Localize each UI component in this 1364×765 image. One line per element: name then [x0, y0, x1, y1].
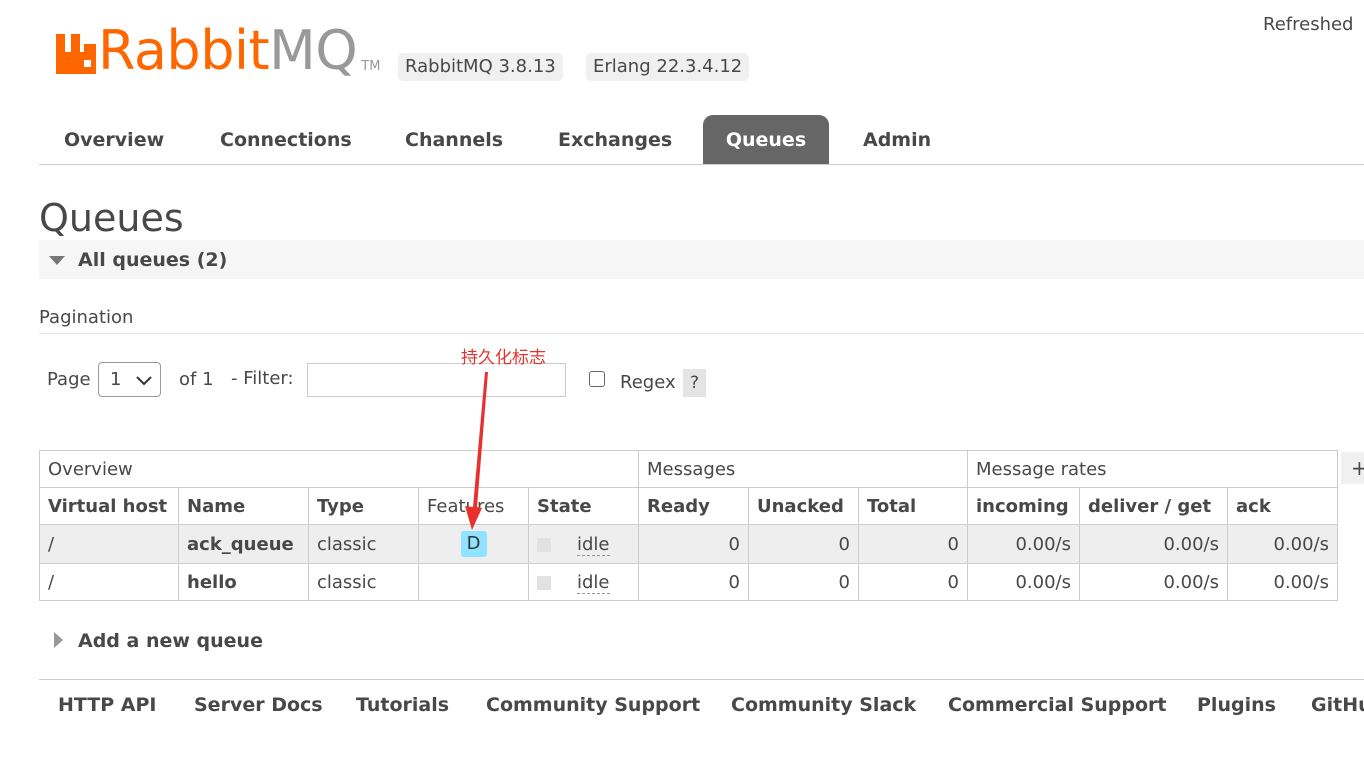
column-header-state[interactable]: State — [528, 487, 639, 525]
cell-ready: 0 — [638, 563, 749, 601]
state-indicator-icon — [537, 537, 551, 552]
chevron-down-icon — [136, 376, 152, 386]
refreshed-status: Refreshed — [1263, 14, 1354, 35]
column-header-ack[interactable]: ack — [1227, 487, 1338, 525]
tab-queues[interactable]: Queues — [703, 115, 829, 164]
tab-channels[interactable]: Channels — [381, 115, 527, 164]
state-indicator-icon — [537, 575, 551, 590]
footer-link-server-docs[interactable]: Server Docs — [194, 694, 323, 716]
regex-help-button[interactable]: ? — [683, 369, 706, 397]
rabbitmq-version-badge: RabbitMQ 3.8.13 — [398, 53, 563, 81]
logo-mq-text: MQ — [269, 19, 358, 82]
footer-link-plugins[interactable]: Plugins — [1197, 694, 1276, 716]
tab-overview[interactable]: Overview — [40, 115, 188, 164]
column-header-virtual-host[interactable]: Virtual host — [39, 487, 179, 525]
column-header-type[interactable]: Type — [308, 487, 419, 525]
erlang-version-badge: Erlang 22.3.4.12 — [586, 53, 750, 81]
tab-admin[interactable]: Admin — [839, 115, 955, 164]
column-toggle-button[interactable]: +/- — [1341, 452, 1364, 484]
cell-type: classic — [308, 524, 419, 564]
collapse-triangle-icon — [49, 256, 65, 265]
cell-unacked: 0 — [748, 563, 859, 601]
tab-connections[interactable]: Connections — [196, 115, 376, 164]
footer-divider — [39, 679, 1364, 680]
cell-state: idle — [528, 524, 639, 564]
queues-table: Overview Messages Message rates Virtual … — [39, 450, 1338, 601]
table-row[interactable]: / hello classic idle 0 0 0 0.00/s 0.00/s… — [39, 563, 1338, 601]
group-header-overview: Overview — [39, 450, 639, 488]
column-header-incoming[interactable]: incoming — [967, 487, 1080, 525]
column-header-total[interactable]: Total — [858, 487, 968, 525]
annotation-label: 持久化标志 — [461, 348, 546, 368]
footer-link-community-slack[interactable]: Community Slack — [731, 694, 916, 716]
logo-wordmark: RabbitMQ — [98, 24, 358, 78]
pagination-divider — [39, 333, 1364, 334]
footer-link-tutorials[interactable]: Tutorials — [356, 694, 449, 716]
footer-link-community-support[interactable]: Community Support — [486, 694, 700, 716]
all-queues-section-toggle[interactable]: All queues (2) — [39, 240, 1364, 279]
cell-type: classic — [308, 563, 419, 601]
cell-vhost: / — [39, 563, 179, 601]
expand-triangle-icon — [54, 632, 63, 648]
column-header-deliver-get[interactable]: deliver / get — [1079, 487, 1228, 525]
state-text[interactable]: idle — [577, 533, 610, 556]
logo-trademark: TM — [361, 59, 381, 74]
footer-link-github[interactable]: GitHub — [1311, 694, 1364, 716]
page-title: Queues — [39, 196, 184, 240]
page-select[interactable]: 1 — [98, 362, 161, 397]
regex-checkbox[interactable] — [589, 371, 605, 387]
section-title: All queues (2) — [78, 249, 228, 271]
cell-total: 0 — [858, 563, 968, 601]
state-text[interactable]: idle — [577, 571, 610, 594]
cell-ack: 0.00/s — [1227, 563, 1338, 601]
footer-link-commercial-support[interactable]: Commercial Support — [948, 694, 1167, 716]
cell-vhost: / — [39, 524, 179, 564]
table-row[interactable]: / ack_queue classic D idle 0 0 0 0.00/s … — [39, 524, 1338, 564]
page-select-value: 1 — [110, 369, 122, 390]
rabbit-logo-icon — [56, 34, 96, 74]
cell-features — [418, 563, 529, 601]
cell-unacked: 0 — [748, 524, 859, 564]
queue-name-link[interactable]: ack_queue — [178, 524, 309, 564]
annotation-arrow-icon — [465, 372, 488, 530]
filter-label: - Filter: — [231, 368, 294, 389]
cell-ready: 0 — [638, 524, 749, 564]
cell-incoming: 0.00/s — [967, 524, 1080, 564]
column-header-unacked[interactable]: Unacked — [748, 487, 859, 525]
cell-state: idle — [528, 563, 639, 601]
cell-deliver-get: 0.00/s — [1079, 563, 1228, 601]
rabbitmq-logo[interactable]: RabbitMQ TM — [56, 22, 380, 78]
logo-rabbit-text: Rabbit — [98, 19, 270, 82]
main-nav-tabs: Overview Connections Channels Exchanges … — [39, 115, 1364, 165]
group-header-message-rates: Message rates — [967, 450, 1338, 488]
queue-name-link[interactable]: hello — [178, 563, 309, 601]
cell-deliver-get: 0.00/s — [1079, 524, 1228, 564]
cell-ack: 0.00/s — [1227, 524, 1338, 564]
group-header-messages: Messages — [638, 450, 968, 488]
page-label: Page — [47, 369, 91, 390]
cell-incoming: 0.00/s — [967, 563, 1080, 601]
regex-label: Regex — [620, 372, 676, 393]
column-header-ready[interactable]: Ready — [638, 487, 749, 525]
pagination-heading: Pagination — [39, 307, 134, 328]
footer-link-http-api[interactable]: HTTP API — [58, 694, 157, 716]
tab-exchanges[interactable]: Exchanges — [534, 115, 696, 164]
page-count-label: of 1 — [179, 369, 214, 390]
column-header-name[interactable]: Name — [178, 487, 309, 525]
cell-total: 0 — [858, 524, 968, 564]
filter-input[interactable] — [307, 363, 566, 397]
add-queue-toggle[interactable]: Add a new queue — [78, 630, 263, 652]
